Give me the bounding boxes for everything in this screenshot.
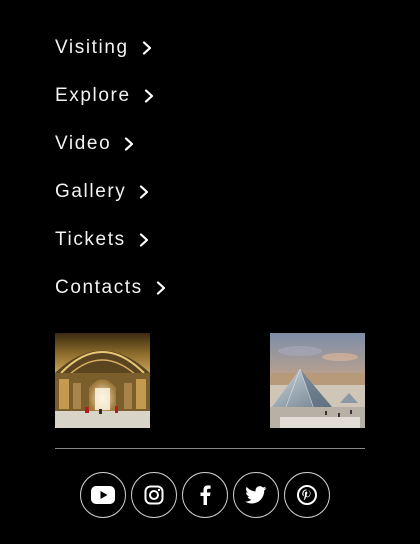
footer-nav: Visiting Explore Video Gallery Tickets C…	[55, 24, 255, 312]
nav-item-tickets[interactable]: Tickets	[55, 216, 255, 264]
chevron-right-icon	[138, 185, 150, 199]
pinterest-icon	[297, 485, 317, 505]
instagram-icon	[144, 485, 164, 505]
facebook-button[interactable]	[182, 472, 228, 518]
nav-item-label: Video	[55, 133, 112, 154]
nav-item-label: Gallery	[55, 181, 127, 202]
gallery-thumbnail-hall[interactable]	[55, 333, 150, 428]
nav-item-label: Visiting	[55, 37, 129, 58]
nav-item-label: Contacts	[55, 277, 143, 298]
twitter-button[interactable]	[233, 472, 279, 518]
nav-item-visiting[interactable]: Visiting	[55, 24, 255, 72]
nav-item-gallery[interactable]: Gallery	[55, 168, 255, 216]
chevron-right-icon	[141, 41, 153, 55]
pinterest-button[interactable]	[284, 472, 330, 518]
gallery-thumbnail-pyramid[interactable]	[270, 333, 365, 428]
social-links	[80, 472, 330, 520]
footer-divider	[55, 448, 365, 449]
youtube-icon	[91, 486, 115, 504]
chevron-right-icon	[138, 233, 150, 247]
nav-item-label: Explore	[55, 85, 131, 106]
youtube-button[interactable]	[80, 472, 126, 518]
facebook-icon	[199, 485, 211, 505]
photo-gallery	[55, 333, 365, 428]
nav-item-explore[interactable]: Explore	[55, 72, 255, 120]
twitter-icon	[245, 486, 267, 504]
chevron-right-icon	[155, 281, 167, 295]
chevron-right-icon	[143, 89, 155, 103]
nav-item-video[interactable]: Video	[55, 120, 255, 168]
chevron-right-icon	[123, 137, 135, 151]
instagram-button[interactable]	[131, 472, 177, 518]
nav-item-contacts[interactable]: Contacts	[55, 264, 255, 312]
nav-item-label: Tickets	[55, 229, 126, 250]
